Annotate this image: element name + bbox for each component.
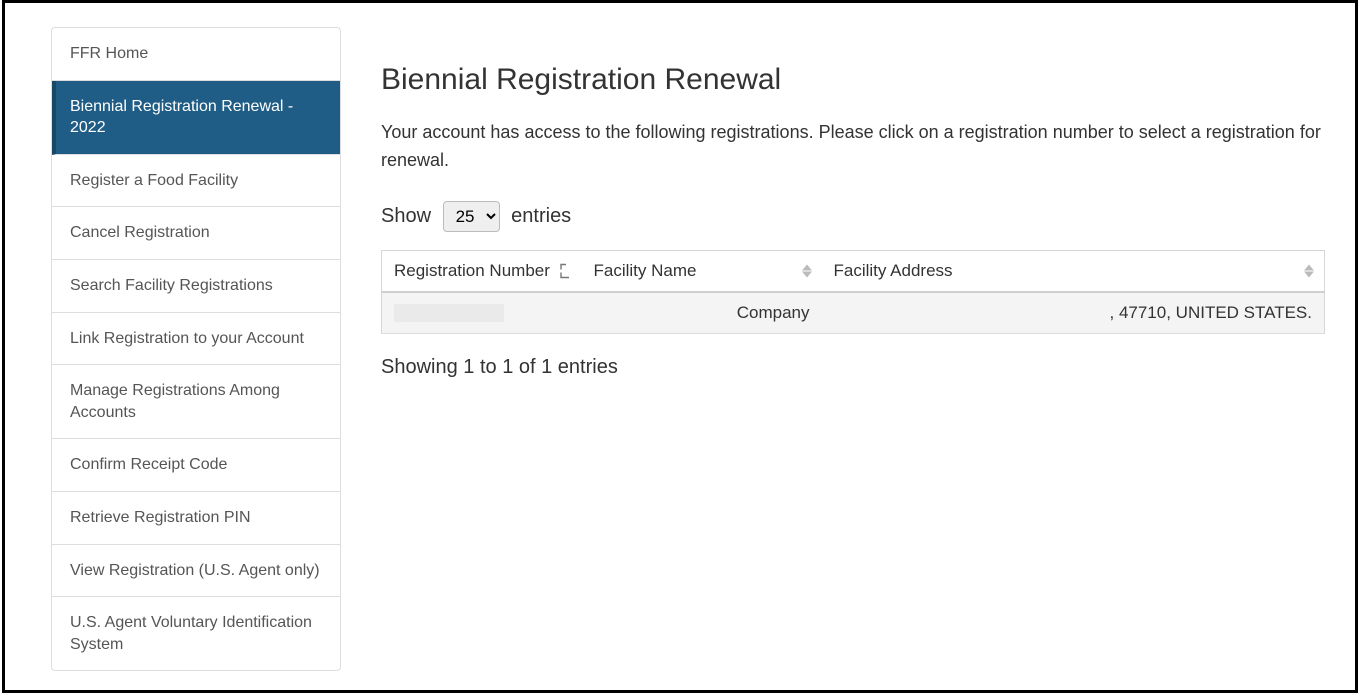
- sidebar-item-label: Cancel Registration: [70, 224, 210, 241]
- sidebar-item-ffr-home[interactable]: FFR Home: [52, 28, 340, 81]
- main-content: Biennial Registration Renewal Your accou…: [341, 27, 1325, 671]
- sort-icon: [1304, 264, 1314, 277]
- sort-asc-icon: [560, 263, 572, 278]
- cell-registration-number[interactable]: [382, 292, 582, 334]
- column-header-label: Facility Address: [834, 261, 953, 280]
- registrations-table: Registration Number Facility Name: [381, 250, 1325, 334]
- column-header-facility-name[interactable]: Facility Name: [582, 250, 822, 292]
- column-header-facility-address[interactable]: Facility Address: [822, 250, 1325, 292]
- column-header-registration-number[interactable]: Registration Number: [382, 250, 582, 292]
- sidebar-item-label: Register a Food Facility: [70, 172, 238, 189]
- sidebar-item-biennial-renewal[interactable]: Biennial Registration Renewal - 2022: [52, 81, 340, 155]
- sidebar-item-manage-registrations[interactable]: Manage Registrations Among Accounts: [52, 365, 340, 439]
- sidebar-item-label: Search Facility Registrations: [70, 277, 273, 294]
- show-entries-label-after: entries: [511, 205, 571, 227]
- sidebar-item-cancel-registration[interactable]: Cancel Registration: [52, 207, 340, 260]
- sidebar-item-label: Retrieve Registration PIN: [70, 509, 251, 526]
- sidebar: FFR Home Biennial Registration Renewal -…: [51, 27, 341, 671]
- column-header-label: Facility Name: [594, 261, 697, 280]
- sidebar-item-label: FFR Home: [70, 45, 148, 62]
- show-entries-label-before: Show: [381, 205, 431, 227]
- sidebar-item-us-agent-voluntary-id[interactable]: U.S. Agent Voluntary Identification Syst…: [52, 597, 340, 670]
- sidebar-item-view-registration-us-agent[interactable]: View Registration (U.S. Agent only): [52, 545, 340, 598]
- facility-address-suffix: , 47710, UNITED STATES.: [1110, 303, 1313, 322]
- sidebar-item-register-food-facility[interactable]: Register a Food Facility: [52, 155, 340, 208]
- cell-facility-name: Company: [582, 292, 822, 334]
- sidebar-item-label: Link Registration to your Account: [70, 330, 304, 347]
- redacted-block: [394, 304, 504, 322]
- facility-name-suffix: Company: [737, 303, 810, 322]
- sidebar-item-label: U.S. Agent Voluntary Identification Syst…: [70, 614, 312, 653]
- column-header-label: Registration Number: [394, 261, 550, 280]
- sidebar-item-label: View Registration (U.S. Agent only): [70, 562, 320, 579]
- page-title: Biennial Registration Renewal: [381, 63, 1325, 97]
- sidebar-item-label: Confirm Receipt Code: [70, 456, 227, 473]
- intro-text: Your account has access to the following…: [381, 119, 1325, 175]
- sidebar-item-link-registration[interactable]: Link Registration to your Account: [52, 313, 340, 366]
- entries-per-page-select[interactable]: 25: [443, 201, 500, 232]
- table-row[interactable]: Company , 47710, UNITED STATES.: [382, 292, 1325, 334]
- sort-icon: [802, 264, 812, 277]
- show-entries-control: Show 25 entries: [381, 201, 1325, 232]
- sidebar-item-label: Biennial Registration Renewal - 2022: [70, 98, 293, 137]
- sidebar-item-confirm-receipt-code[interactable]: Confirm Receipt Code: [52, 439, 340, 492]
- sidebar-item-search-registrations[interactable]: Search Facility Registrations: [52, 260, 340, 313]
- sidebar-item-label: Manage Registrations Among Accounts: [70, 382, 280, 421]
- sidebar-item-retrieve-pin[interactable]: Retrieve Registration PIN: [52, 492, 340, 545]
- cell-facility-address: , 47710, UNITED STATES.: [822, 292, 1325, 334]
- table-info-text: Showing 1 to 1 of 1 entries: [381, 356, 1325, 379]
